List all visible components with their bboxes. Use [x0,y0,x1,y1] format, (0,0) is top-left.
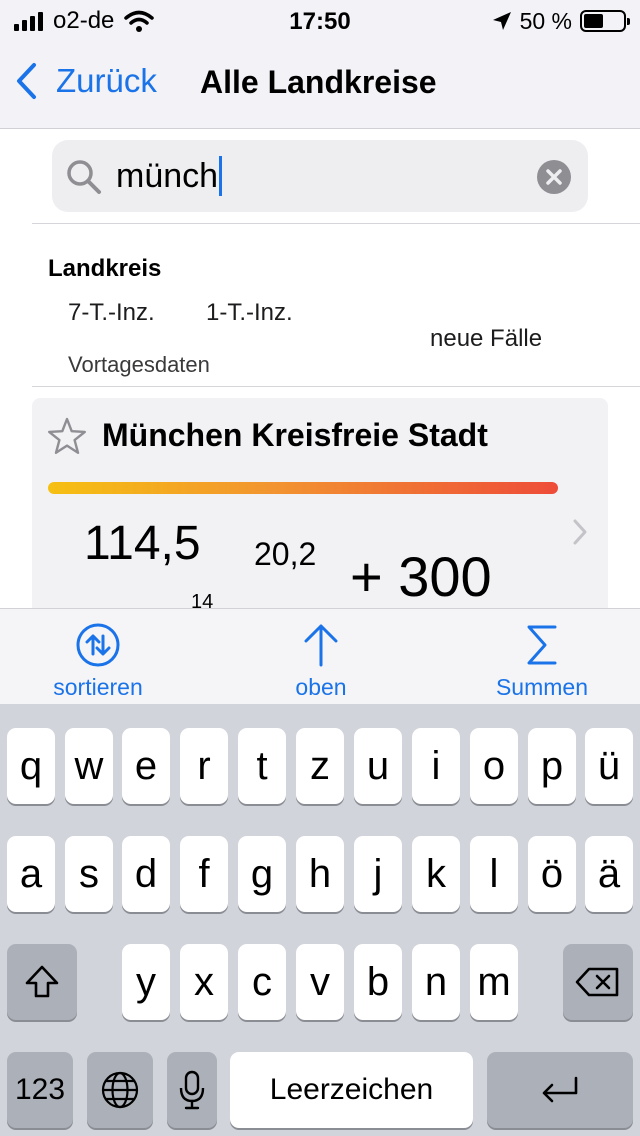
key-e[interactable]: e [122,728,170,804]
back-label: Zurück [56,62,157,99]
location-arrow-icon [492,12,511,30]
backspace-icon [575,967,619,997]
globe-icon [101,1071,139,1109]
sort-label: sortieren [53,674,143,700]
key-ae[interactable]: ä [585,836,633,912]
key-h[interactable]: h [296,836,344,912]
return-icon [542,1076,578,1103]
totals-button[interactable]: Summen [482,622,602,701]
keyboard: q w e r t z u i o p ü a s d f g h j k l … [0,704,640,1136]
arrow-up-icon [304,624,338,667]
key-w[interactable]: w [65,728,113,804]
key-o[interactable]: o [470,728,518,804]
key-p[interactable]: p [528,728,576,804]
search-input[interactable]: münch [116,156,223,196]
key-f[interactable]: f [180,836,228,912]
key-v[interactable]: v [296,944,344,1020]
search-icon [67,160,101,194]
key-l[interactable]: l [470,836,518,912]
page-title: Alle Landkreise [200,64,437,100]
column-header-1day: 1-T.-Inz. [206,299,293,326]
key-x[interactable]: x [180,944,228,1020]
space-key[interactable]: Leerzeichen [230,1052,473,1128]
column-header-sub: Vortagesdaten [68,352,210,377]
divider [32,386,640,387]
key-t[interactable]: t [238,728,286,804]
key-j[interactable]: j [354,836,402,912]
key-y[interactable]: y [122,944,170,1020]
scroll-top-button[interactable]: oben [261,622,381,701]
scroll-top-label: oben [295,674,347,700]
key-d[interactable]: d [122,836,170,912]
key-m[interactable]: m [470,944,518,1020]
incidence-7day-value: 114,5 [84,517,201,570]
chevron-left-icon [17,63,36,99]
close-icon [546,169,562,185]
column-header-title: Landkreis [48,255,162,282]
column-header-7day: 7-T.-Inz. [68,299,155,326]
globe-key[interactable] [87,1052,153,1128]
back-button[interactable]: Zurück [14,62,157,100]
totals-label: Summen [495,674,589,700]
key-n[interactable]: n [412,944,460,1020]
incidence-gradient-bar [48,482,558,494]
delete-key[interactable] [563,944,633,1020]
key-s[interactable]: s [65,836,113,912]
status-right: 50 % [492,7,630,34]
shift-icon [25,965,59,998]
numbers-key[interactable]: 123 [7,1052,73,1128]
battery-percentage: 50 % [519,7,572,34]
search-value: münch [116,156,219,195]
key-ue[interactable]: ü [585,728,633,804]
shift-key[interactable] [7,944,77,1020]
key-g[interactable]: g [238,836,286,912]
text-cursor [219,156,223,196]
incidence-1day-value: 20,2 [254,536,317,572]
sort-arrows-icon [76,623,120,667]
star-icon[interactable] [47,417,87,455]
sigma-icon [527,625,557,665]
key-i[interactable]: i [412,728,460,804]
chevron-right-icon [573,519,587,545]
key-q[interactable]: q [7,728,55,804]
divider [32,223,640,224]
return-key[interactable] [487,1052,633,1128]
district-name: München Kreisfreie Stadt [102,417,488,453]
new-cases-value: + 300 [350,545,492,608]
battery-icon [580,10,630,32]
key-c[interactable]: c [238,944,286,1020]
microphone-icon [179,1070,205,1110]
key-u[interactable]: u [354,728,402,804]
key-a[interactable]: a [7,836,55,912]
clear-search-button[interactable] [537,160,571,194]
key-k[interactable]: k [412,836,460,912]
key-r[interactable]: r [180,728,228,804]
column-header-new-cases: neue Fälle [430,325,543,352]
key-z[interactable]: z [296,728,344,804]
key-b[interactable]: b [354,944,402,1020]
sort-button[interactable]: sortieren [38,622,158,701]
dictation-key[interactable] [167,1052,217,1128]
key-oe[interactable]: ö [528,836,576,912]
